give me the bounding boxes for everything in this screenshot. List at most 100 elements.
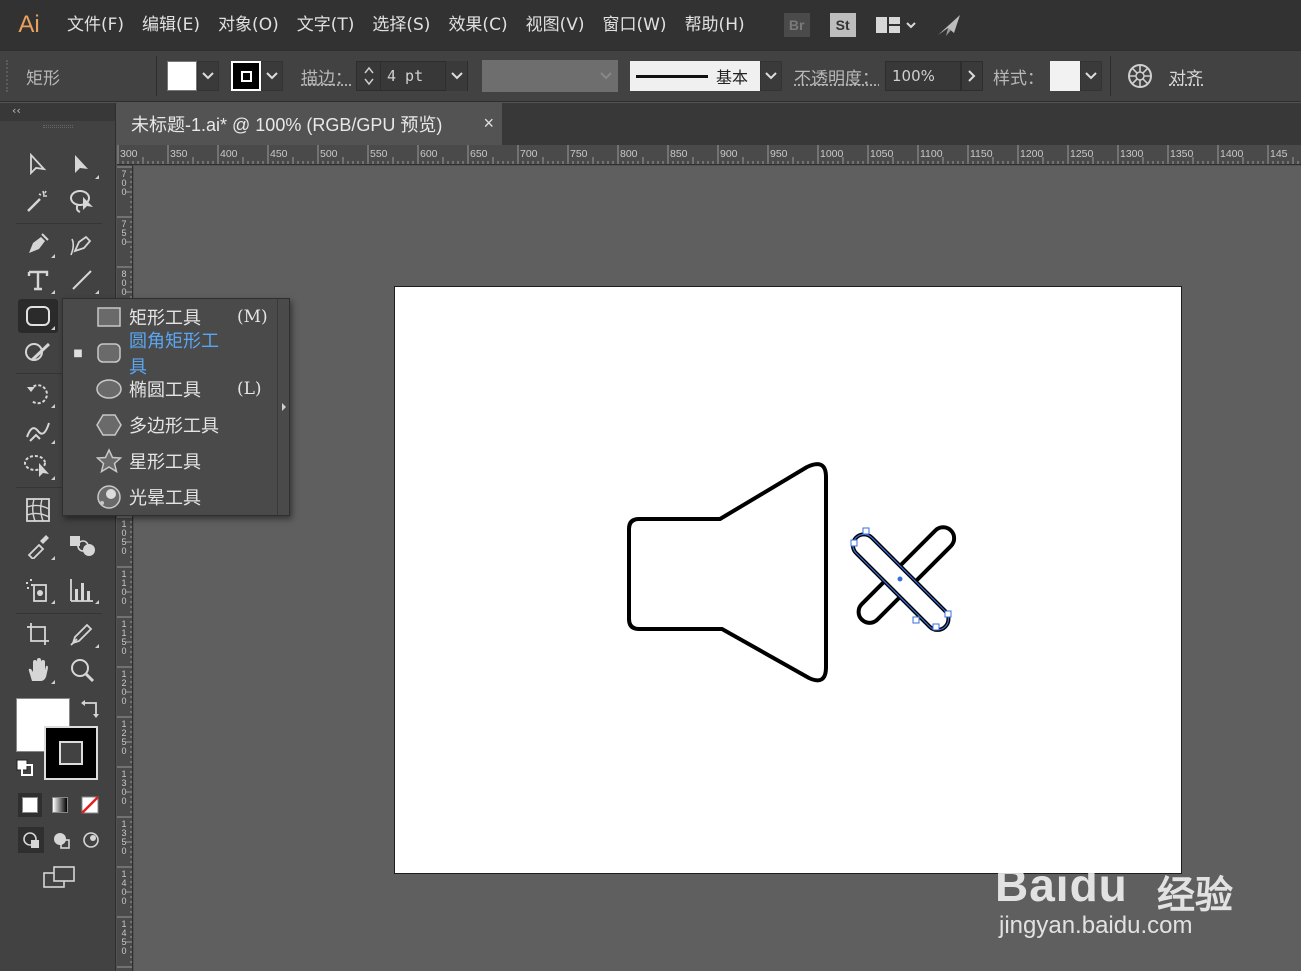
ruler-tick-label: 1450 xyxy=(121,919,127,956)
screen-mode-icon[interactable] xyxy=(42,865,78,893)
stock-button[interactable]: St xyxy=(829,13,856,37)
publish-icon[interactable] xyxy=(934,0,964,50)
app-logo: Ai xyxy=(18,11,40,38)
ruler-tick-label: 145 xyxy=(1270,148,1288,160)
stroke-dropdown[interactable] xyxy=(261,61,283,91)
menu-object[interactable]: 对象(O) xyxy=(209,0,288,50)
ruler-tick-label: 350 xyxy=(170,148,188,160)
watermark-brand: Baidu xyxy=(995,859,1128,911)
stroke-weight-field[interactable]: 4 pt xyxy=(356,61,468,91)
rounded-rectangle-tool[interactable] xyxy=(18,299,58,333)
ruler-tick-label: 1100 xyxy=(920,148,943,160)
mesh-tool[interactable] xyxy=(18,493,58,527)
stroke-swatch[interactable] xyxy=(231,61,261,91)
speaker-shape xyxy=(627,462,828,683)
slice-tool[interactable] xyxy=(62,617,102,651)
menu-file[interactable]: 文件(F) xyxy=(58,0,133,50)
brush-dropdown[interactable] xyxy=(760,61,782,91)
document-tab-title: 未标题-1.ai* @ 100% (RGB/GPU 预览) xyxy=(131,115,443,135)
workspace-layout-icon[interactable] xyxy=(874,0,918,50)
align-label[interactable]: 对齐 xyxy=(1169,64,1203,89)
ruler-tick-label: 1350 xyxy=(1170,148,1194,160)
flyout-rounded-rectangle-tool[interactable]: ■ 圆角矩形工具 xyxy=(63,331,277,378)
ruler-tick-label: 1150 xyxy=(970,148,993,160)
bridge-button[interactable]: Br xyxy=(783,13,810,37)
baidu-watermark: Baidu 经验 jingyan.baidu.com xyxy=(995,828,1295,968)
recolor-artwork-icon[interactable] xyxy=(1125,61,1155,91)
gradient-mode-button[interactable] xyxy=(48,793,72,817)
blend-tool[interactable] xyxy=(62,529,102,563)
draw-inside-button[interactable] xyxy=(78,827,104,853)
ruler-tick-label: 650 xyxy=(470,148,488,160)
flyout-ellipse-tool[interactable]: 椭圆工具 (L) xyxy=(63,371,277,407)
stroke-weight-dropdown[interactable] xyxy=(445,61,467,91)
close-tab-icon[interactable]: × xyxy=(483,113,494,134)
document-tab[interactable]: 未标题-1.ai* @ 100% (RGB/GPU 预览) × xyxy=(117,103,502,145)
ruler-tick-label: 1250 xyxy=(121,719,127,756)
variable-width-profile[interactable] xyxy=(482,60,618,92)
menu-window[interactable]: 窗口(W) xyxy=(593,0,675,50)
brush-definition[interactable]: 基本 xyxy=(630,61,760,91)
artboard[interactable] xyxy=(394,286,1182,874)
rounded-rectangle-icon xyxy=(93,339,125,367)
rotate-tool[interactable] xyxy=(18,377,58,411)
type-tool[interactable] xyxy=(18,263,58,297)
lasso-tool[interactable] xyxy=(62,184,102,218)
free-transform-tool[interactable] xyxy=(18,449,58,483)
hand-tool[interactable] xyxy=(18,653,58,687)
polygon-icon xyxy=(93,411,125,439)
flyout-label: 椭圆工具 xyxy=(129,380,201,401)
color-mode-button[interactable] xyxy=(18,793,42,817)
vertical-ruler: 7007508008509009501000105011001150120012… xyxy=(117,165,133,971)
default-fill-stroke-icon[interactable] xyxy=(16,759,34,777)
menu-select[interactable]: 选择(S) xyxy=(363,0,439,50)
menu-help[interactable]: 帮助(H) xyxy=(676,0,754,50)
menu-effect[interactable]: 效果(C) xyxy=(439,0,516,50)
fill-dropdown[interactable] xyxy=(197,61,219,91)
magic-wand-tool[interactable] xyxy=(18,184,58,218)
flyout-label: 星形工具 xyxy=(129,452,201,473)
opacity-field[interactable]: 100% xyxy=(885,61,961,91)
line-segment-tool[interactable] xyxy=(62,263,102,297)
shaper-tool[interactable] xyxy=(18,335,58,369)
none-mode-button[interactable] xyxy=(78,793,102,817)
ruler-tick-label: 1000 xyxy=(820,148,844,160)
pen-tool[interactable] xyxy=(18,227,58,261)
stroke-swatch-control[interactable] xyxy=(231,61,283,91)
flyout-polygon-tool[interactable]: 多边形工具 xyxy=(63,407,277,443)
eyedropper-tool[interactable] xyxy=(18,529,58,563)
toolbar-collapse[interactable]: ‹‹ xyxy=(0,103,115,121)
watermark-brand-cn: 经验 xyxy=(1157,873,1234,917)
brush-definition-label: 基本 xyxy=(716,68,749,87)
tearoff-arrow-icon[interactable] xyxy=(277,299,289,515)
fill-swatch[interactable] xyxy=(167,61,197,91)
direct-selection-tool[interactable] xyxy=(62,148,102,182)
swap-fill-stroke-icon[interactable] xyxy=(80,699,100,719)
stroke-weight-value[interactable]: 4 pt xyxy=(381,67,445,85)
menu-edit[interactable]: 编辑(E) xyxy=(133,0,209,50)
flyout-flare-tool[interactable]: 光晕工具 xyxy=(63,479,277,515)
flyout-star-tool[interactable]: 星形工具 xyxy=(63,443,277,479)
ruler-tick-label: 1300 xyxy=(1120,148,1144,160)
graphic-style-swatch[interactable] xyxy=(1050,61,1080,91)
zoom-tool[interactable] xyxy=(62,653,102,687)
menu-view[interactable]: 视图(V) xyxy=(517,0,594,50)
warp-tool[interactable] xyxy=(18,413,58,447)
style-dropdown[interactable] xyxy=(1080,61,1102,91)
menu-type[interactable]: 文字(T) xyxy=(288,0,364,50)
draw-normal-button[interactable] xyxy=(18,827,44,853)
column-graph-tool[interactable] xyxy=(62,573,102,607)
draw-behind-button[interactable] xyxy=(48,827,74,853)
fill-swatch-control[interactable] xyxy=(167,61,219,91)
stroke-color-box[interactable] xyxy=(44,726,98,780)
ruler-tick-label: 1150 xyxy=(121,619,127,656)
symbol-sprayer-tool[interactable] xyxy=(18,573,58,607)
artboard-tool[interactable] xyxy=(18,617,58,651)
selection-tool[interactable] xyxy=(18,148,58,182)
stroke-label[interactable]: 描边： xyxy=(301,64,352,89)
ruler-tick-label: 1350 xyxy=(121,819,127,856)
opacity-label[interactable]: 不透明度： xyxy=(794,64,879,89)
opacity-arrow[interactable] xyxy=(961,61,983,91)
curvature-tool[interactable] xyxy=(62,227,102,261)
stroke-weight-stepper[interactable] xyxy=(357,62,381,90)
